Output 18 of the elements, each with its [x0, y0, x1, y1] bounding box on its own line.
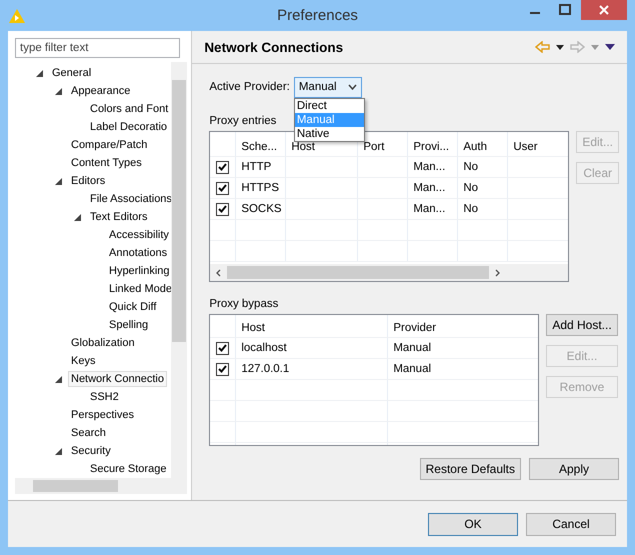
- table-cell: localhost: [236, 338, 388, 358]
- table-cell: SOCKS: [236, 199, 286, 219]
- table-cell: No: [458, 178, 508, 198]
- table-cell: Man...: [408, 157, 458, 177]
- page-title: Network Connections: [204, 40, 344, 54]
- table-cell-text: Manual: [392, 341, 432, 356]
- table-cell: No: [458, 199, 508, 219]
- table-cell: 127.0.0.1: [236, 359, 388, 379]
- table-cell: Man...: [408, 178, 458, 198]
- window-title: Preferences: [277, 7, 358, 24]
- table-cell: Man...: [408, 199, 458, 219]
- section-label: Proxy bypass: [209, 298, 278, 310]
- table-cell-text: Manual: [392, 362, 432, 377]
- section-label: Proxy entries: [209, 115, 276, 127]
- active-provider-label: Active Provider:: [209, 81, 290, 93]
- table-cell: HTTP: [236, 157, 286, 177]
- table-cell: HTTPS: [236, 178, 286, 198]
- table-cell: No: [458, 157, 508, 177]
